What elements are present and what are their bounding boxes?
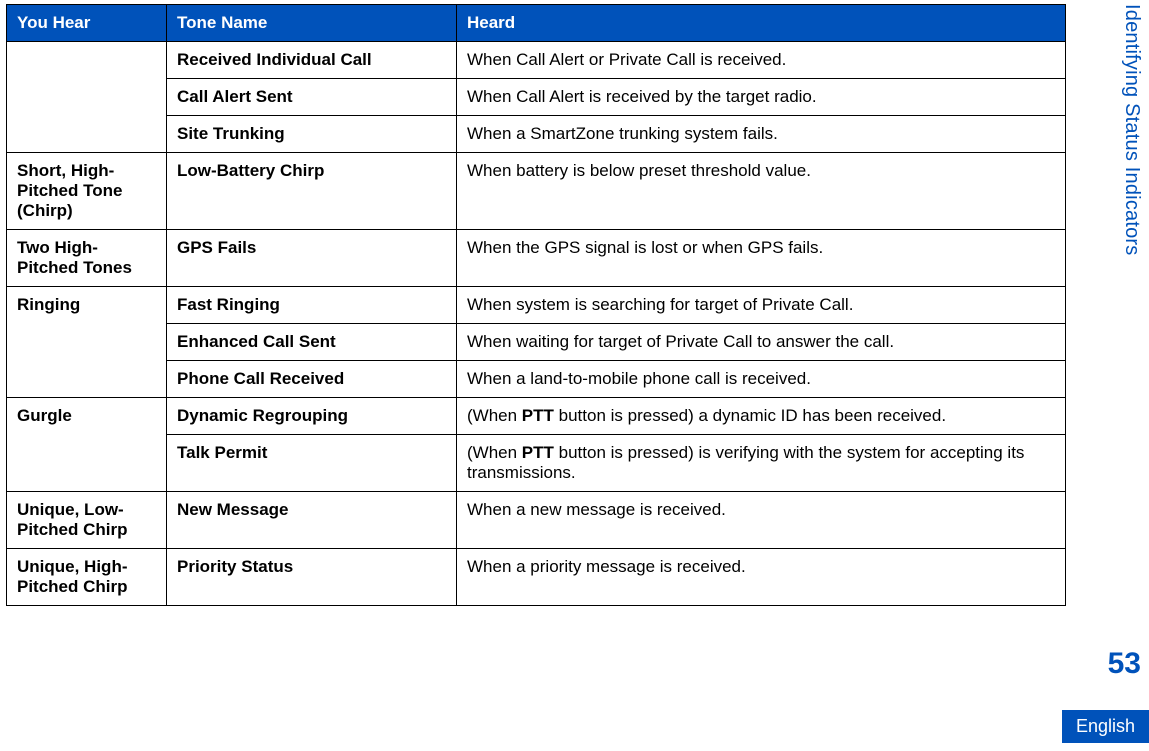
cell-heard: When Call Alert is received by the targe… <box>457 79 1066 116</box>
cell-tone-name: Enhanced Call Sent <box>167 324 457 361</box>
table-row: Unique, High-Pitched Chirp Priority Stat… <box>7 549 1066 606</box>
cell-heard: When Call Alert or Private Call is recei… <box>457 42 1066 79</box>
cell-you-hear: Unique, High-Pitched Chirp <box>7 549 167 606</box>
cell-you-hear: Short, High-Pitched Tone (Chirp) <box>7 153 167 230</box>
cell-heard: When a priority message is received. <box>457 549 1066 606</box>
cell-tone-name: GPS Fails <box>167 230 457 287</box>
col-header-heard: Heard <box>457 5 1066 42</box>
cell-you-hear <box>7 42 167 153</box>
cell-heard: When the GPS signal is lost or when GPS … <box>457 230 1066 287</box>
table-row: Short, High-Pitched Tone (Chirp) Low-Bat… <box>7 153 1066 230</box>
language-tab: English <box>1062 710 1149 743</box>
cell-heard: (When PTT button is pressed) is verifyin… <box>457 435 1066 492</box>
col-header-you-hear: You Hear <box>7 5 167 42</box>
table-header-row: You Hear Tone Name Heard <box>7 5 1066 42</box>
cell-tone-name: Dynamic Regrouping <box>167 398 457 435</box>
cell-you-hear: Unique, Low-Pitched Chirp <box>7 492 167 549</box>
heard-pre: (When <box>467 443 522 462</box>
table-row: Ringing Fast Ringing When system is sear… <box>7 287 1066 324</box>
table-row: Received Individual Call When Call Alert… <box>7 42 1066 79</box>
cell-tone-name: Received Individual Call <box>167 42 457 79</box>
cell-you-hear: Gurgle <box>7 398 167 492</box>
cell-heard: When a new message is received. <box>457 492 1066 549</box>
heard-bold: PTT <box>522 406 554 425</box>
table-row: Unique, Low-Pitched Chirp New Message Wh… <box>7 492 1066 549</box>
cell-tone-name: Talk Permit <box>167 435 457 492</box>
cell-tone-name: Call Alert Sent <box>167 79 457 116</box>
cell-tone-name: Phone Call Received <box>167 361 457 398</box>
cell-heard: When a SmartZone trunking system fails. <box>457 116 1066 153</box>
cell-heard: (When PTT button is pressed) a dynamic I… <box>457 398 1066 435</box>
tones-table: You Hear Tone Name Heard Received Indivi… <box>6 4 1066 606</box>
page-content: You Hear Tone Name Heard Received Indivi… <box>6 4 1066 606</box>
cell-tone-name: Priority Status <box>167 549 457 606</box>
section-title: Identifying Status Indicators <box>1120 4 1143 256</box>
table-row: Gurgle Dynamic Regrouping (When PTT butt… <box>7 398 1066 435</box>
table-row: Two High-Pitched Tones GPS Fails When th… <box>7 230 1066 287</box>
cell-tone-name: Site Trunking <box>167 116 457 153</box>
cell-heard: When system is searching for target of P… <box>457 287 1066 324</box>
heard-pre: (When <box>467 406 522 425</box>
right-rail: Identifying Status Indicators 53 English <box>1069 0 1149 751</box>
cell-you-hear: Two High-Pitched Tones <box>7 230 167 287</box>
heard-post: button is pressed) a dynamic ID has been… <box>554 406 946 425</box>
heard-bold: PTT <box>522 443 554 462</box>
cell-heard: When a land-to-mobile phone call is rece… <box>457 361 1066 398</box>
cell-you-hear: Ringing <box>7 287 167 398</box>
page-number: 53 <box>1108 647 1141 681</box>
cell-tone-name: Fast Ringing <box>167 287 457 324</box>
cell-heard: When waiting for target of Private Call … <box>457 324 1066 361</box>
cell-tone-name: Low-Battery Chirp <box>167 153 457 230</box>
cell-heard: When battery is below preset threshold v… <box>457 153 1066 230</box>
col-header-tone-name: Tone Name <box>167 5 457 42</box>
cell-tone-name: New Message <box>167 492 457 549</box>
